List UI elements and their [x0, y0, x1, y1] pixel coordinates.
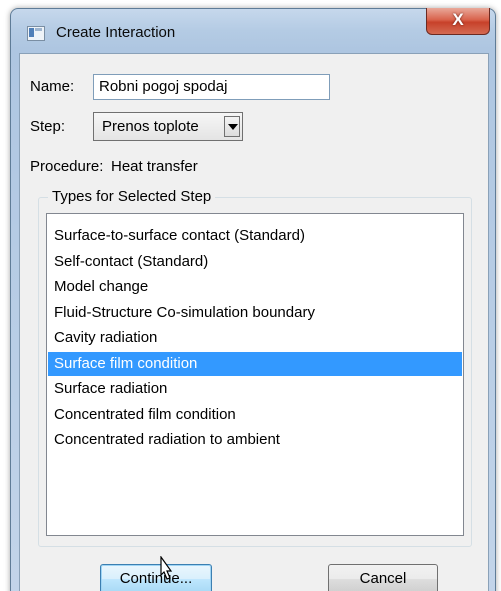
list-item[interactable]: Surface radiation [48, 377, 462, 401]
list-item[interactable]: Surface film condition [48, 351, 462, 376]
list-item[interactable]: Concentrated radiation to ambient [48, 428, 462, 452]
name-input[interactable]: Robni pogoj spodaj [93, 74, 330, 100]
list-item[interactable]: Cavity radiation [48, 326, 462, 350]
list-item[interactable]: Surface-to-surface contact (Standard) [48, 224, 462, 248]
list-item[interactable]: Fluid-Structure Co-simulation boundary [48, 301, 462, 325]
title-bar[interactable]: Create Interaction X [11, 8, 495, 51]
cancel-button-label: Cancel [359, 570, 407, 587]
list-item[interactable]: Self-contact (Standard) [48, 250, 462, 274]
name-label: Name: [30, 78, 75, 95]
window-title: Create Interaction [56, 24, 176, 41]
cancel-button[interactable]: Cancel [328, 564, 438, 591]
create-interaction-dialog: Create Interaction X Name: Robni pogoj s… [10, 8, 496, 591]
dialog-body: Name: Robni pogoj spodaj Step: Prenos to… [19, 53, 489, 591]
close-button[interactable]: X [426, 8, 490, 35]
list-item[interactable]: Concentrated film condition [48, 403, 462, 427]
procedure-value: Heat transfer [111, 158, 198, 175]
window-icon [27, 26, 45, 41]
step-label: Step: [30, 118, 66, 135]
close-icon: X [452, 10, 464, 29]
step-dropdown[interactable]: Prenos toplote [93, 112, 243, 141]
step-dropdown-value: Prenos toplote [102, 118, 199, 135]
types-group-title: Types for Selected Step [48, 188, 216, 205]
list-item[interactable]: Model change [48, 275, 462, 299]
mouse-pointer-icon [160, 556, 173, 580]
chevron-down-icon[interactable] [224, 116, 240, 137]
types-listbox[interactable]: Surface-to-surface contact (Standard) Sel… [46, 213, 464, 536]
procedure-label: Procedure: [30, 158, 104, 175]
name-input-value: Robni pogoj spodaj [99, 78, 228, 95]
